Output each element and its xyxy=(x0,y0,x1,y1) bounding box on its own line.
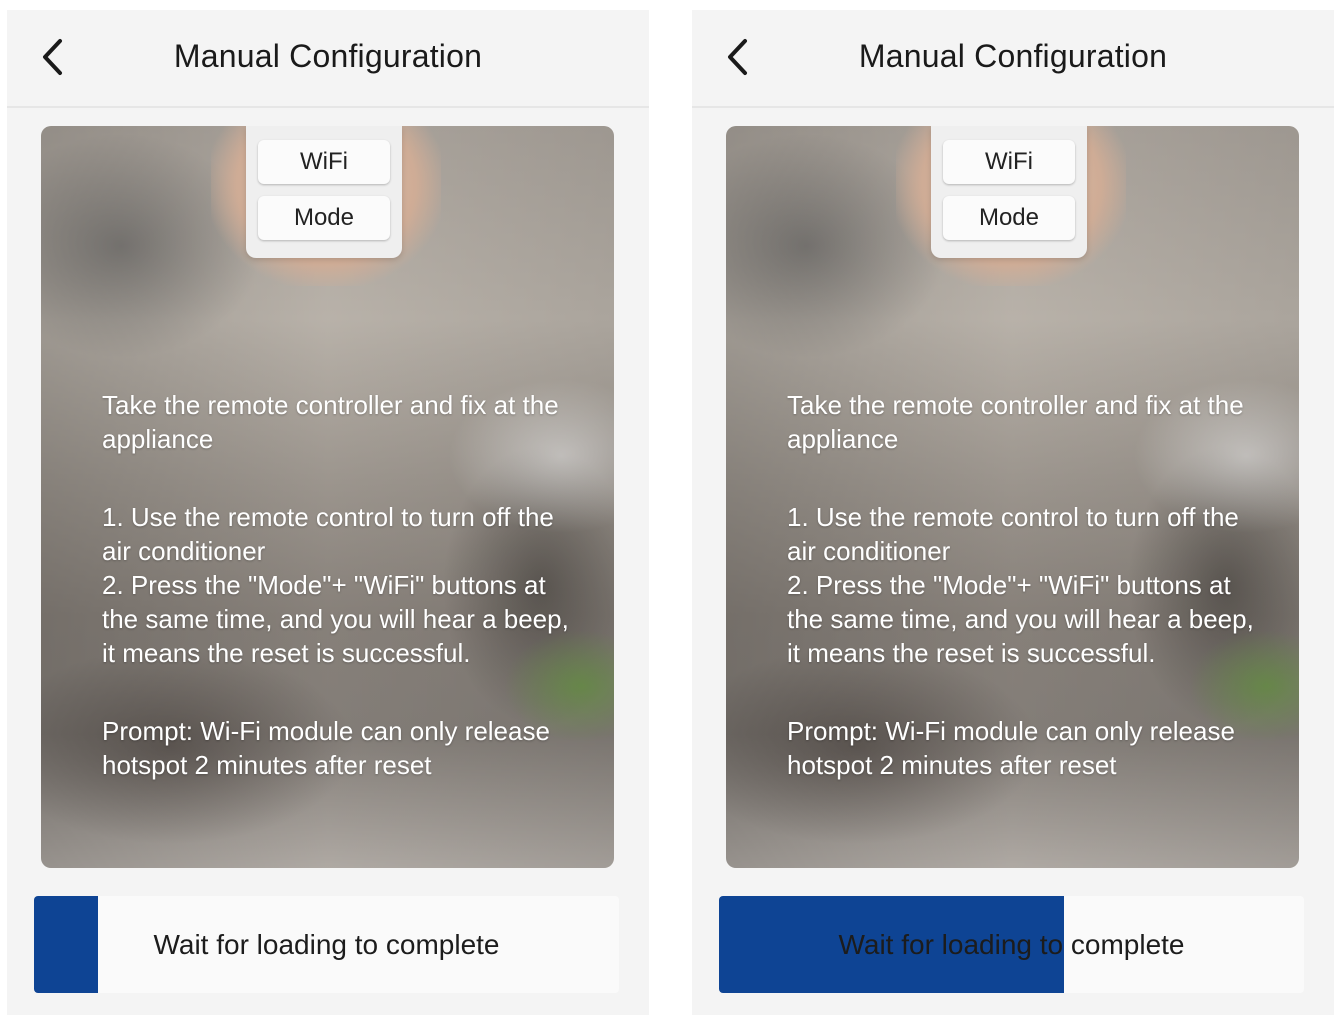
remote-wifi-key: WiFi xyxy=(943,140,1075,184)
remote-mode-key: Mode xyxy=(258,196,390,240)
progress-label: Wait for loading to complete xyxy=(838,928,1185,960)
instruction-intro: Take the remote controller and fix at th… xyxy=(787,390,1244,454)
instruction-intro: Take the remote controller and fix at th… xyxy=(102,390,559,454)
instruction-prompt: Prompt: Wi-Fi module can only release ho… xyxy=(787,716,1235,780)
page-title: Manual Configuration xyxy=(858,38,1168,74)
instruction-card: WiFi Mode Take the remote controller and… xyxy=(41,126,614,868)
instruction-step-2: 2. Press the "Mode"+ "WiFi" buttons at t… xyxy=(787,570,1254,668)
instructions-text: Take the remote controller and fix at th… xyxy=(102,388,572,782)
loading-progress-bar[interactable]: Wait for loading to complete xyxy=(719,896,1304,993)
progress-label: Wait for loading to complete xyxy=(153,928,500,960)
phone-screen-left: Manual Configuration WiFi Mode Take the … xyxy=(7,10,649,1015)
instructions-text: Take the remote controller and fix at th… xyxy=(787,388,1257,782)
app-header: Manual Configuration xyxy=(7,10,649,108)
remote-wifi-key: WiFi xyxy=(258,140,390,184)
remote-controller-illustration: WiFi Mode xyxy=(246,126,402,258)
instruction-prompt: Prompt: Wi-Fi module can only release ho… xyxy=(102,716,550,780)
instruction-step-1: 1. Use the remote control to turn off th… xyxy=(102,502,554,566)
phone-screen-right: Manual Configuration WiFi Mode Take the … xyxy=(692,10,1334,1015)
instruction-step-2: 2. Press the "Mode"+ "WiFi" buttons at t… xyxy=(102,570,569,668)
remote-controller-illustration: WiFi Mode xyxy=(931,126,1087,258)
remote-mode-key: Mode xyxy=(943,196,1075,240)
app-header: Manual Configuration xyxy=(692,10,1334,108)
loading-progress-bar[interactable]: Wait for loading to complete xyxy=(34,896,619,993)
instruction-step-1: 1. Use the remote control to turn off th… xyxy=(787,502,1239,566)
page-title: Manual Configuration xyxy=(173,38,483,74)
instruction-card: WiFi Mode Take the remote controller and… xyxy=(726,126,1299,868)
